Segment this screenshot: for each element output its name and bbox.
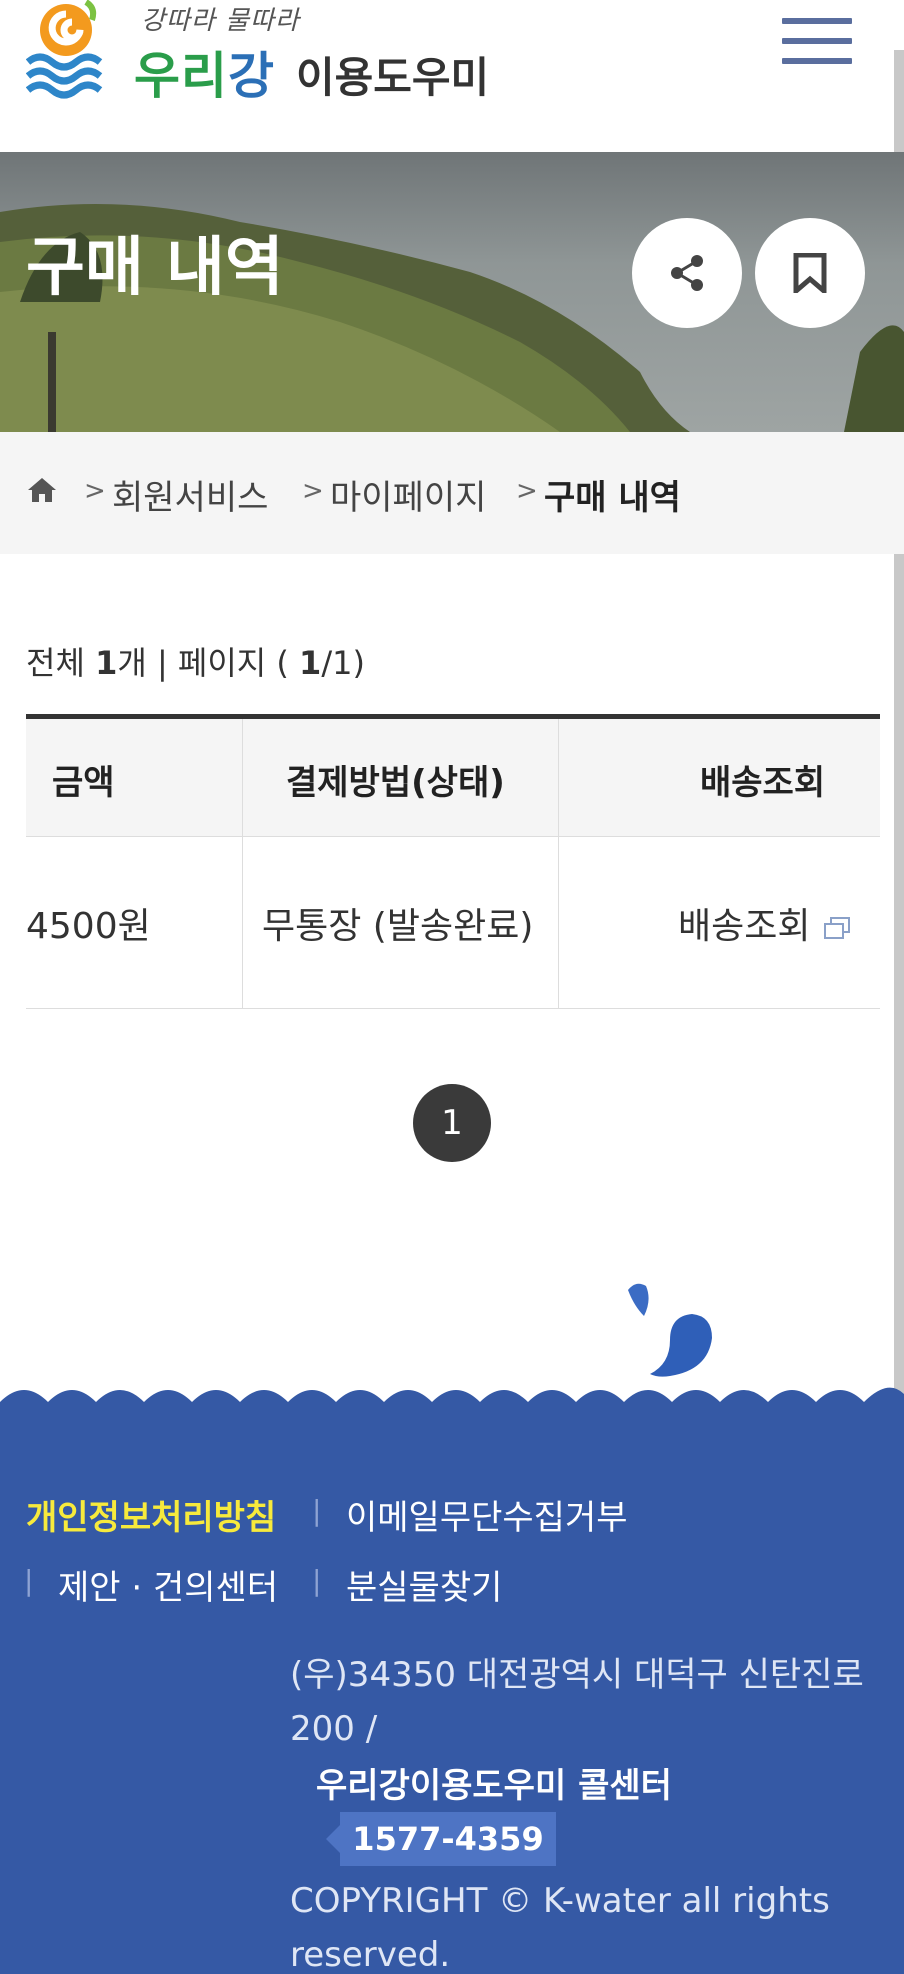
page-banner: 구매 내역 xyxy=(0,152,904,432)
bookmark-button[interactable] xyxy=(755,218,865,328)
water-drop-mascot-icon xyxy=(628,1283,712,1377)
breadcrumb-item-member-service[interactable]: 회원서비스 xyxy=(112,470,268,519)
purchase-history-table: 금액 결제방법(상태) 배송조회 4500원 무통장 (발송완료) 배송조회 xyxy=(26,714,880,1009)
breadcrumb: > 회원서비스 > 마이페이지 > 구매 내역 xyxy=(0,432,904,554)
pagination-page-1[interactable]: 1 xyxy=(413,1084,491,1162)
site-logo[interactable]: 강따라 물따라 우리강 이용도우미 xyxy=(26,0,496,105)
summary-page-label: 개 | 페이지 ( xyxy=(117,644,289,682)
row-amount: 4500원 xyxy=(26,906,151,947)
home-icon[interactable] xyxy=(26,476,58,504)
row-payment-status: 무통장 (발송완료) xyxy=(262,906,534,947)
logo-name-green: 우리 xyxy=(134,47,228,105)
footer-separator: | xyxy=(24,1564,34,1597)
footer-callcenter-label: 우리강이용도우미 콜센터 xyxy=(316,1766,672,1806)
site-header: 강따라 물따라 우리강 이용도우미 xyxy=(0,0,904,152)
summary-current-page: 1 xyxy=(299,644,322,682)
logo-subtitle: 이용도우미 xyxy=(296,53,490,102)
chevron-right-icon: > xyxy=(516,476,538,506)
footer-address: (우)34350 대전광역시 대덕구 신탄진로 200 / xyxy=(290,1655,864,1749)
new-window-icon xyxy=(824,917,851,939)
footer-separator: | xyxy=(312,1494,322,1527)
table-header-amount: 금액 xyxy=(52,763,115,803)
table-row: 4500원 무통장 (발송완료) 배송조회 xyxy=(26,837,880,1009)
logo-tagline: 강따라 물따라 xyxy=(141,6,300,36)
footer-link-suggestion-center[interactable]: 제안 · 건의센터 xyxy=(58,1560,278,1609)
table-header-tracking: 배송조회 xyxy=(700,763,826,803)
table-header-row: 금액 결제방법(상태) 배송조회 xyxy=(26,719,880,837)
summary-total-count: 1 xyxy=(95,644,118,682)
footer-copyright: COPYRIGHT © K-water all rights reserved. xyxy=(290,1881,830,1974)
page-title: 구매 내역 xyxy=(26,231,284,305)
share-button[interactable] xyxy=(632,218,742,328)
footer-link-lost-and-found[interactable]: 분실물찾기 xyxy=(346,1560,502,1609)
breadcrumb-item-mypage[interactable]: 마이페이지 xyxy=(330,470,486,519)
footer-phone-number[interactable]: 1577-4359 xyxy=(326,1812,556,1866)
logo-name: 우리강 xyxy=(134,36,275,108)
summary-page-total: /1) xyxy=(321,644,365,682)
chevron-right-icon: > xyxy=(302,476,324,506)
delivery-tracking-link[interactable]: 배송조회 xyxy=(678,897,851,949)
list-summary: 전체 1개 | 페이지 ( 1/1) xyxy=(26,638,365,684)
footer-link-email-refusal[interactable]: 이메일무단수집거부 xyxy=(346,1490,628,1539)
hamburger-menu-icon[interactable] xyxy=(782,18,852,74)
footer-separator: | xyxy=(312,1564,322,1597)
chevron-right-icon: > xyxy=(84,476,106,506)
bookmark-icon xyxy=(793,253,827,293)
footer-link-privacy-policy[interactable]: 개인정보처리방침 xyxy=(26,1490,276,1539)
delivery-tracking-label: 배송조회 xyxy=(678,906,811,947)
summary-total-label: 전체 xyxy=(26,644,85,682)
share-icon xyxy=(671,255,703,291)
logo-sun-wave-icon xyxy=(26,0,103,99)
logo-name-blue: 강 xyxy=(228,47,275,105)
table-header-payment: 결제방법(상태) xyxy=(286,763,505,803)
breadcrumb-item-current: 구매 내역 xyxy=(544,478,681,518)
